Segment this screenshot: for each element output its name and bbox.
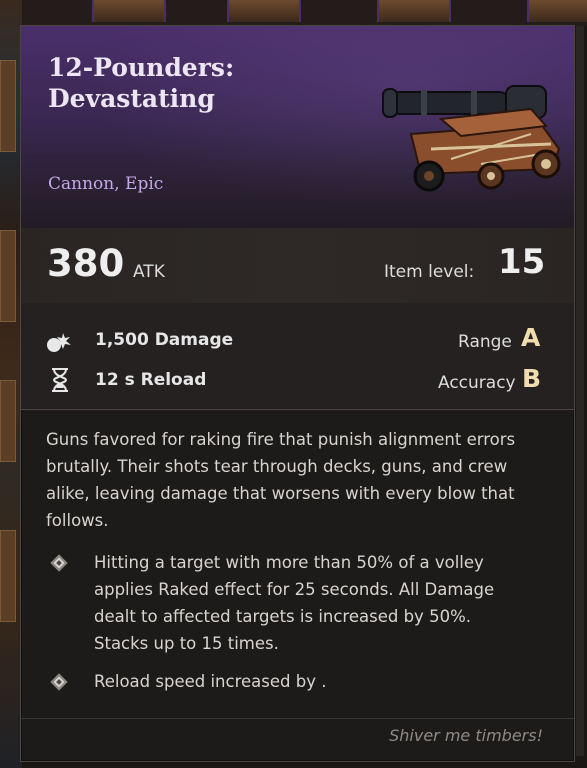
inventory-slot[interactable]	[377, 0, 451, 22]
inventory-slot[interactable]	[0, 230, 16, 322]
inventory-slot[interactable]	[0, 380, 16, 462]
range-grade: A	[521, 323, 541, 352]
item-tooltip: 12-Pounders: Devastating Cannon, Epic 38…	[20, 25, 575, 762]
inventory-slot[interactable]	[227, 0, 301, 22]
perk-text: Reload speed increased by .	[94, 672, 327, 691]
hourglass-icon	[52, 368, 68, 392]
section-divider	[21, 409, 574, 410]
inventory-slot[interactable]	[92, 0, 166, 22]
item-title: 12-Pounders: Devastating	[48, 53, 235, 113]
flavor-text: Shiver me timbers!	[389, 726, 543, 745]
diamond-bullet-icon	[50, 554, 68, 572]
item-type-rarity: Cannon, Epic	[48, 174, 164, 194]
scrollbar[interactable]	[576, 26, 584, 756]
attack-label: ATK	[133, 262, 165, 282]
details-band	[21, 303, 574, 409]
cannon-icon	[382, 85, 561, 192]
inventory-slot[interactable]	[527, 0, 587, 22]
inventory-slot[interactable]	[0, 60, 16, 152]
perk-text: Hitting a target with more than 50% of a…	[94, 553, 495, 653]
diamond-bullet-icon	[50, 673, 68, 691]
item-level-label: Item level:	[384, 262, 475, 282]
range-label: Range	[458, 332, 512, 352]
footer-divider	[21, 718, 574, 719]
explosion-icon	[47, 333, 71, 352]
attack-value: 380	[47, 242, 125, 285]
damage-stat: 1,500 Damage	[95, 330, 234, 350]
item-description: Guns favored for raking fire that punish…	[46, 430, 516, 530]
accuracy-label: Accuracy	[438, 373, 516, 393]
item-level-value: 15	[498, 242, 546, 282]
background-inventory-top	[22, 0, 587, 26]
background-inventory-left	[0, 0, 22, 768]
accuracy-grade: B	[522, 364, 542, 393]
reload-stat: 12 s Reload	[95, 370, 207, 390]
inventory-slot[interactable]	[0, 530, 16, 622]
